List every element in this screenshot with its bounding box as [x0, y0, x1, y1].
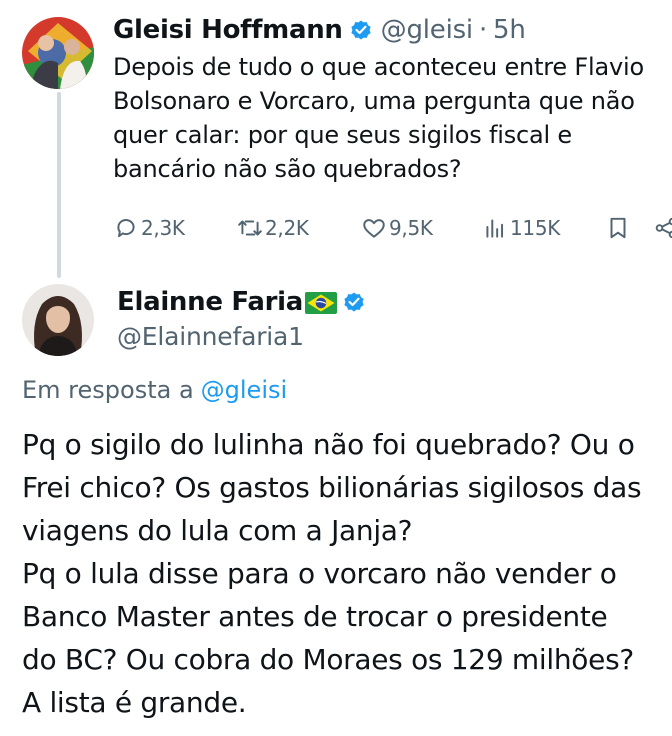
repost-icon [238, 220, 262, 236]
timestamp[interactable]: 5h [493, 15, 526, 45]
like-count: 9,5K [389, 216, 433, 240]
reply-author-row: Elainne Faria [117, 284, 366, 320]
avatar[interactable] [22, 17, 94, 89]
author-handle[interactable]: @Elainnefaria1 [117, 318, 304, 354]
bookmark-button[interactable] [605, 208, 633, 248]
author-name[interactable]: Elainne Faria [117, 287, 303, 317]
reply-button[interactable]: 2,3K [113, 208, 185, 248]
repost-button[interactable]: 2,2K [237, 208, 309, 248]
reply-text-line: Banco Master antes de trocar o president… [22, 600, 608, 633]
repost-count: 2,2K [265, 216, 309, 240]
verified-badge-icon [342, 290, 366, 314]
avatar[interactable] [22, 284, 94, 356]
reply-context: Em resposta a @gleisi [22, 372, 287, 408]
heart-icon [363, 219, 385, 238]
tweet-text-line: quer calar: por que seus sigilos fiscal … [113, 121, 572, 149]
reply-text-line: viagens do lula com a Janja? [22, 514, 413, 547]
separator-dot: · [478, 15, 488, 45]
bookmark-icon [610, 217, 626, 239]
brazil-flag-icon [305, 291, 337, 314]
tweet-text-line: Depois de tudo o que aconteceu entre Fla… [113, 53, 644, 81]
reply-text-line: Pq o lula disse para o vorcaro não vende… [22, 557, 617, 590]
tweet-text-line: Bolsonaro e Vorcaro, uma pergunta que nã… [113, 87, 635, 115]
reply-to-link[interactable]: @gleisi [201, 376, 288, 404]
tweet-text-line: bancário não são quebrados? [113, 155, 462, 183]
reply-count: 2,3K [141, 216, 185, 240]
reply-text-line: Pq o sigilo do lulinha não foi quebrado?… [22, 428, 635, 461]
reply-text: Pq o sigilo do lulinha não foi quebrado?… [22, 423, 672, 724]
author-handle[interactable]: @gleisi [381, 15, 474, 45]
tweet-header: Gleisi Hoffmann @gleisi · 5h [113, 11, 526, 49]
views-count: 115K [510, 216, 561, 240]
views-button[interactable]: 115K [482, 208, 560, 248]
share-button[interactable] [653, 208, 672, 248]
tweet-actions-bar: 2,3K 2,2K 9,5K 115K [113, 208, 672, 248]
reply-text-line: do BC? Ou cobra do Moraes os 129 milhões… [22, 643, 634, 676]
reply-text-line: A lista é grande. [22, 686, 247, 719]
tweet-text: Depois de tudo o que aconteceu entre Fla… [113, 50, 672, 186]
like-button[interactable]: 9,5K [361, 208, 433, 248]
share-icon [655, 217, 672, 239]
tweet-thread: Gleisi Hoffmann @gleisi · 5h Depois de t… [0, 0, 672, 736]
thread-connector-line [57, 92, 61, 278]
reply-prefix: Em resposta a [22, 376, 194, 404]
author-name[interactable]: Gleisi Hoffmann [113, 15, 343, 45]
reply-icon [117, 219, 135, 238]
views-bar-chart-icon [486, 219, 504, 238]
reply-text-line: Frei chico? Os gastos bilionárias sigilo… [22, 471, 642, 504]
verified-badge-icon [349, 18, 373, 42]
